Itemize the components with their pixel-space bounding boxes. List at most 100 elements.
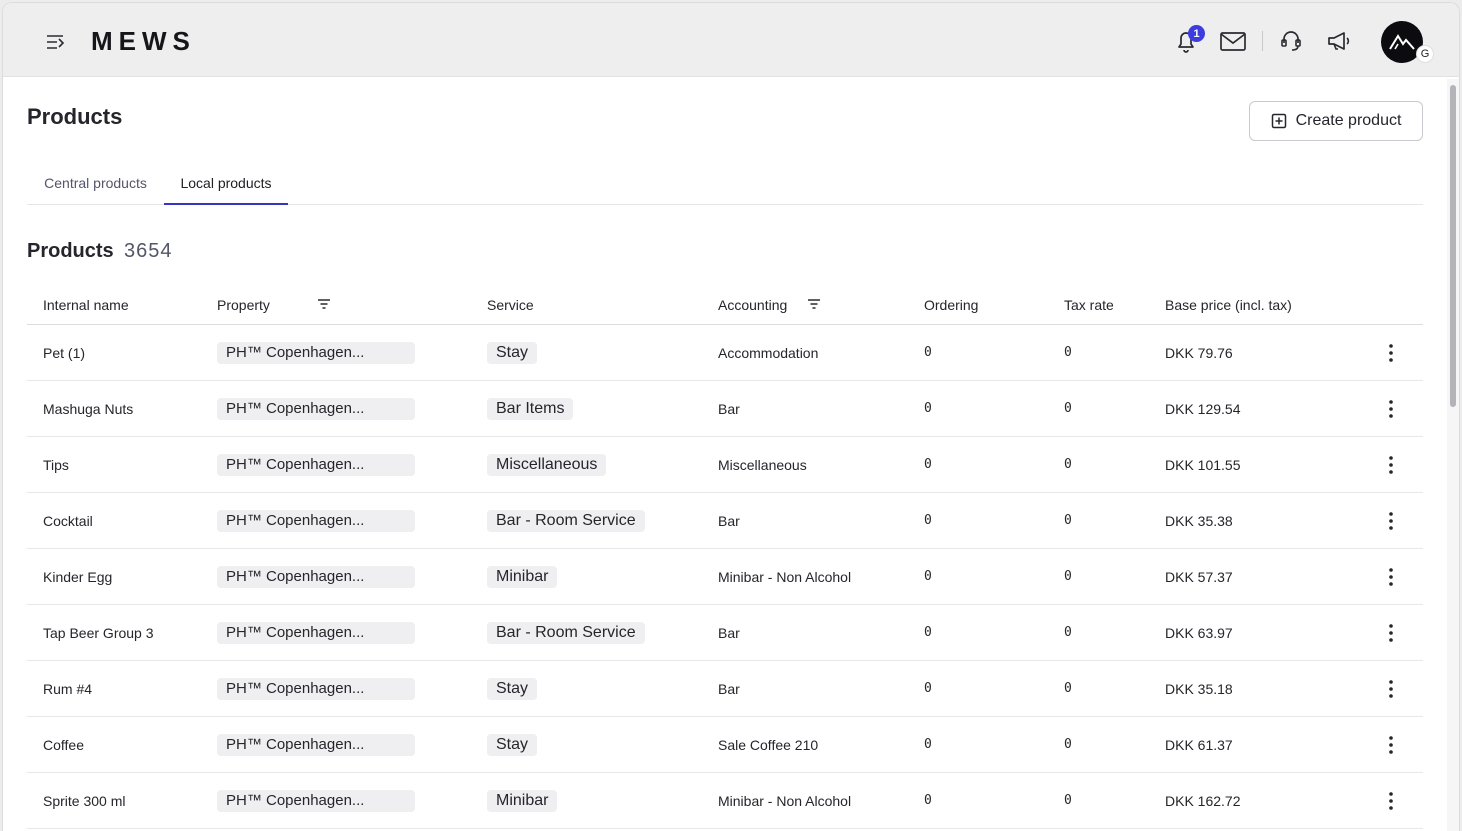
cell-accounting: Bar [718, 625, 740, 641]
cell-tax-rate: 0 [1064, 681, 1072, 696]
table-row[interactable]: Cocktail PH™ Copenhagen... Bar - Room Se… [27, 493, 1423, 549]
cell-base-price: DKK 57.37 [1165, 569, 1233, 585]
more-options-icon[interactable] [1383, 622, 1399, 644]
column-property[interactable]: Property [217, 297, 270, 313]
cell-ordering: 0 [924, 457, 932, 472]
service-tag: Stay [487, 678, 538, 700]
cell-tax-rate: 0 [1064, 625, 1072, 640]
cell-internal-name: Cocktail [43, 513, 93, 529]
column-internal-name[interactable]: Internal name [43, 297, 129, 313]
page-title: Products [27, 104, 123, 129]
table-row[interactable]: Pet (1) PH™ Copenhagen... Stay Accommoda… [27, 325, 1423, 381]
table-body: Pet (1) PH™ Copenhagen... Stay Accommoda… [27, 325, 1423, 829]
more-options-icon[interactable] [1383, 678, 1399, 700]
accounting-filter-icon[interactable] [807, 297, 821, 311]
property-tag: PH™ Copenhagen... [217, 678, 415, 700]
cell-accounting: Accommodation [718, 345, 819, 361]
cell-internal-name: Coffee [43, 737, 84, 753]
cell-tax-rate: 0 [1064, 345, 1072, 360]
app-window: MEWS 1 G Products Create product Central… [2, 2, 1460, 831]
cell-tax-rate: 0 [1064, 513, 1072, 528]
column-accounting[interactable]: Accounting [718, 297, 787, 313]
property-tag: PH™ Copenhagen... [217, 790, 415, 812]
table-row[interactable]: Tips PH™ Copenhagen... Miscellaneous Mis… [27, 437, 1423, 493]
cell-tax-rate: 0 [1064, 793, 1072, 808]
property-filter-icon[interactable] [317, 297, 331, 311]
notification-badge: 1 [1188, 25, 1205, 42]
property-tag: PH™ Copenhagen... [217, 510, 415, 532]
more-options-icon[interactable] [1383, 454, 1399, 476]
cell-ordering: 0 [924, 345, 932, 360]
cell-base-price: DKK 129.54 [1165, 401, 1241, 417]
property-tag: PH™ Copenhagen... [217, 622, 415, 644]
property-tag: PH™ Copenhagen... [217, 342, 415, 364]
cell-internal-name: Rum #4 [43, 681, 93, 697]
service-tag: Minibar [487, 566, 558, 588]
cell-ordering: 0 [924, 401, 932, 416]
cell-base-price: DKK 79.76 [1165, 345, 1233, 361]
property-tag: PH™ Copenhagen... [217, 454, 415, 476]
cell-ordering: 0 [924, 737, 932, 752]
more-options-icon[interactable] [1383, 342, 1399, 364]
cell-internal-name: Mashuga Nuts [43, 401, 134, 417]
products-count: 3654 [124, 240, 173, 262]
table-row[interactable]: Mashuga Nuts PH™ Copenhagen... Bar Items… [27, 381, 1423, 437]
more-options-icon[interactable] [1383, 734, 1399, 756]
column-tax-rate[interactable]: Tax rate [1064, 297, 1114, 313]
cell-tax-rate: 0 [1064, 569, 1072, 584]
cell-accounting: Bar [718, 401, 740, 417]
mail-icon[interactable] [1218, 26, 1248, 56]
cell-internal-name: Pet (1) [43, 345, 86, 361]
products-heading: Products [27, 240, 114, 262]
cell-accounting: Bar [718, 513, 740, 529]
cell-base-price: DKK 35.18 [1165, 681, 1233, 697]
table-row[interactable]: Rum #4 PH™ Copenhagen... Stay Bar 0 0 DK… [27, 661, 1423, 717]
cell-tax-rate: 0 [1064, 401, 1072, 416]
create-product-label: Create product [1295, 112, 1402, 129]
cell-accounting: Minibar - Non Alcohol [718, 793, 852, 809]
service-tag: Bar - Room Service [487, 510, 645, 532]
column-service[interactable]: Service [487, 297, 534, 313]
table-row[interactable]: Sprite 300 ml PH™ Copenhagen... Minibar … [27, 773, 1423, 829]
service-tag: Stay [487, 734, 538, 756]
menu-icon[interactable] [43, 31, 67, 53]
cell-base-price: DKK 101.55 [1165, 457, 1241, 473]
avatar-initial-badge: G [1416, 45, 1434, 63]
tab-central-products[interactable]: Central products [27, 163, 164, 205]
property-tag: PH™ Copenhagen... [217, 734, 415, 756]
svg-text:MEWS: MEWS [91, 27, 196, 56]
table-row[interactable]: Coffee PH™ Copenhagen... Stay Sale Coffe… [27, 717, 1423, 773]
property-tag: PH™ Copenhagen... [217, 398, 415, 420]
service-tag: Miscellaneous [487, 454, 607, 476]
more-options-icon[interactable] [1383, 398, 1399, 420]
table-row[interactable]: Kinder Egg PH™ Copenhagen... Minibar Min… [27, 549, 1423, 605]
cell-base-price: DKK 63.97 [1165, 625, 1233, 641]
table-row[interactable]: Tap Beer Group 3 PH™ Copenhagen... Bar -… [27, 605, 1423, 661]
service-tag: Minibar [487, 790, 558, 812]
table-header: Internal name Property Service Accountin… [27, 287, 1423, 325]
vertical-scrollbar[interactable] [1447, 79, 1459, 831]
tab-local-products[interactable]: Local products [164, 163, 288, 205]
more-options-icon[interactable] [1383, 510, 1399, 532]
more-options-icon[interactable] [1383, 790, 1399, 812]
cell-tax-rate: 0 [1064, 737, 1072, 752]
cell-ordering: 0 [924, 681, 932, 696]
announcement-icon[interactable] [1324, 26, 1354, 56]
column-ordering[interactable]: Ordering [924, 297, 978, 313]
support-icon[interactable] [1276, 26, 1306, 56]
property-tag: PH™ Copenhagen... [217, 566, 415, 588]
create-product-button[interactable]: Create product [1249, 101, 1423, 141]
service-tag: Bar - Room Service [487, 622, 645, 644]
product-tabs: Central products Local products [27, 163, 1423, 205]
toolbar-divider [1262, 31, 1263, 51]
cell-accounting: Minibar - Non Alcohol [718, 569, 852, 585]
cell-ordering: 0 [924, 625, 932, 640]
cell-internal-name: Tap Beer Group 3 [43, 625, 154, 641]
cell-base-price: DKK 35.38 [1165, 513, 1233, 529]
more-options-icon[interactable] [1383, 566, 1399, 588]
mountain-logo-icon [1389, 34, 1415, 50]
products-table: Internal name Property Service Accountin… [27, 287, 1423, 829]
scrollbar-thumb[interactable] [1450, 85, 1456, 407]
mews-logo[interactable]: MEWS [91, 27, 223, 57]
column-base-price[interactable]: Base price (incl. tax) [1165, 297, 1292, 313]
